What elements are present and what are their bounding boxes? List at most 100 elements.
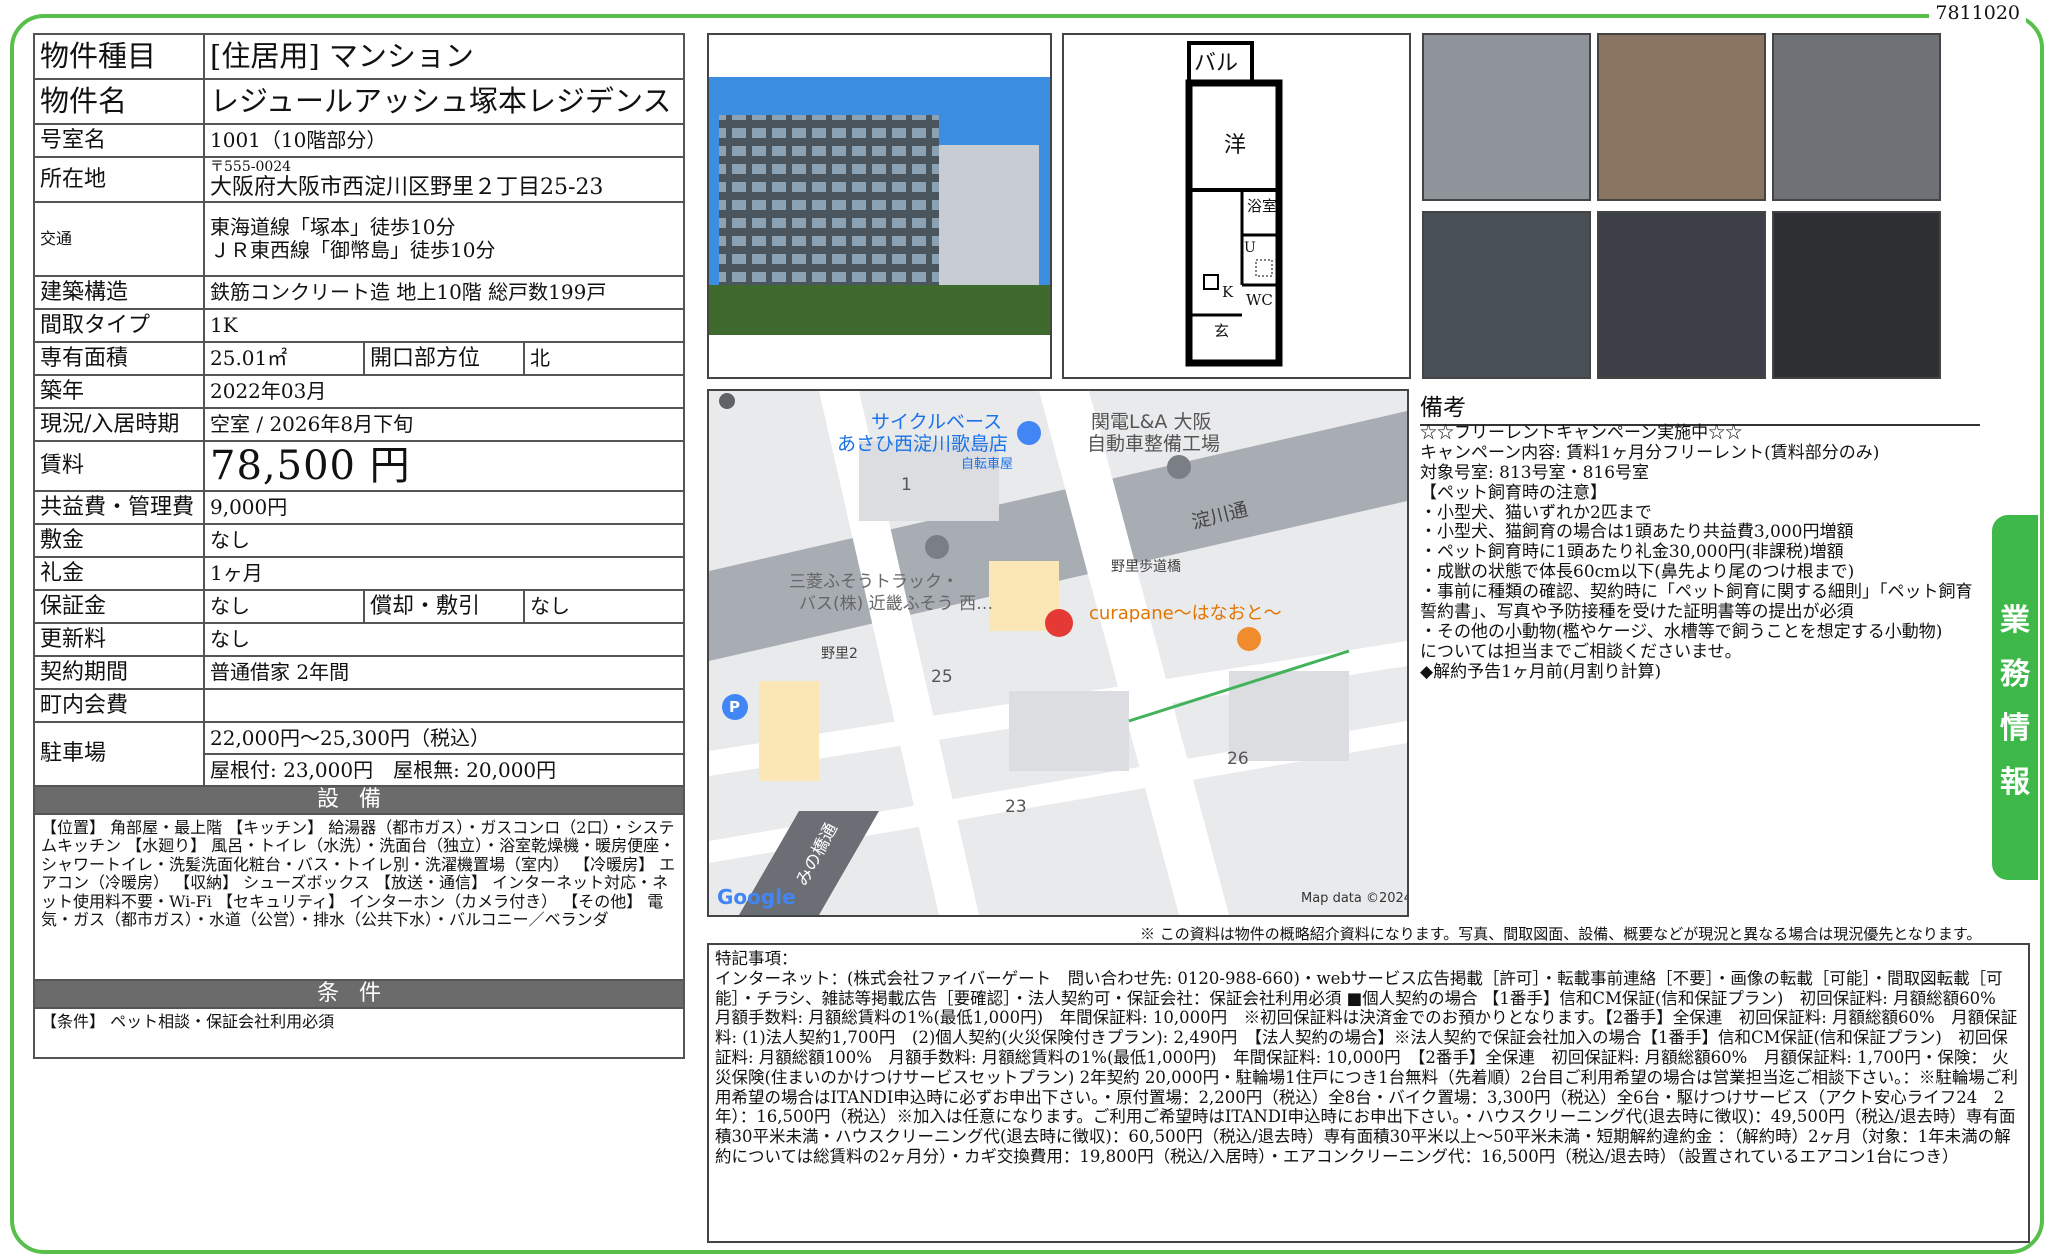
rent-label: 賃料 [33, 440, 205, 492]
wc-label: WC [1246, 291, 1273, 309]
notes-line: 【ペット飼育時の注意】 [1420, 482, 1607, 503]
parking-value-1: 22,000円～25,300円（税込） [203, 721, 685, 755]
fee-value: 9,000円 [203, 490, 685, 525]
renewal-value: なし [203, 622, 685, 657]
bath-label: 浴室 [1247, 197, 1278, 215]
name-value: レジュールアッシュ塚本レジデンス [203, 78, 685, 125]
direction-label: 開口部方位 [363, 341, 525, 376]
thumb-lobby [1597, 33, 1766, 201]
building-photo-image [709, 35, 1050, 377]
kitchen-label: K [1222, 283, 1234, 301]
map-label-nozato2: 野里2 [821, 646, 858, 662]
transport-cell: 東海道線「塚本」徒歩10分 ＪＲ東西線「御幣島」徒歩10分 [203, 201, 685, 277]
guarantee-label: 保証金 [33, 589, 205, 624]
map-label-store: あさひ西淀川歌島店 [837, 433, 1009, 455]
guarantee-value: なし [203, 589, 365, 624]
google-logo: Google [717, 885, 796, 909]
notes-list: ☆☆フリーレントキャンペーン実施中☆☆ キャンペーン内容: 賃料1ヶ月分フリーレ… [1420, 423, 2040, 682]
balcony-label: バル [1194, 51, 1239, 76]
rent-value: 78,500 円 [203, 440, 685, 492]
notes-line: ・小型犬、猫飼育の場合は1頭あたり共益費3,000円増額 [1420, 522, 1854, 543]
notes-line: ・事前に種類の確認、契約時に「ペット飼育に関する細則」「ペット飼育 [1420, 582, 1973, 602]
notes-line: ☆☆フリーレントキャンペーン実施中☆☆ [1420, 423, 1743, 443]
notes-title: 備考 [1420, 388, 1980, 426]
map-label-pedestrian-bridge: 野里歩道橋 [1111, 559, 1181, 575]
notes-line: ・小型犬、猫いずれか2匹まで [1420, 502, 1652, 523]
notes-line: 対象号室: 813号室・816号室 [1420, 462, 1650, 483]
status-label: 現況/入居時期 [33, 407, 205, 442]
map-label-cafe: curapane～はなおと～ [1089, 603, 1282, 624]
area-value: 25.01㎡ [203, 341, 365, 376]
thumb-elevator [1422, 211, 1591, 379]
built-label: 築年 [33, 374, 205, 409]
room-value: 1001（10階部分） [203, 123, 685, 158]
type-label: 物件種目 [33, 33, 205, 80]
fee-label: 共益費・管理費 [33, 490, 205, 525]
amortization-value: なし [523, 589, 685, 624]
parking-label: 駐車場 [33, 721, 205, 787]
location-map[interactable]: サイクルベース あさひ西淀川歌島店 自転車屋 関電L&A 大阪 自動車整備工場 … [707, 389, 1409, 917]
notes-line: ・ペット飼育時に1頭あたり礼金30,000円(非課税)増額 [1420, 542, 1844, 563]
map-block-1: 1 [901, 475, 912, 495]
room-label: 号室名 [33, 123, 205, 158]
map-block-25: 25 [931, 667, 953, 687]
transport-label: 交通 [33, 201, 205, 277]
side-tab-char: 務 [2000, 656, 2030, 692]
equipment-text: 【位置】 角部屋・最上階 【キッチン】 給湯器（都市ガス）・ガスコンロ（2口）・… [33, 813, 685, 981]
notes-line: 誓約書」、写真や予防接種を受けた証明書等の提出が必須 [1420, 601, 1854, 622]
key-money-value: 1ヶ月 [203, 556, 685, 591]
address-cell: 〒555-0024 大阪府大阪市西淀川区野里２丁目25-23 [203, 156, 685, 203]
western-room-label: 洋 [1224, 133, 1247, 158]
property-spec-table: 物件種目 [住居用] マンション 物件名 レジュールアッシュ塚本レジデンス 号室… [33, 33, 685, 1059]
structure-value: 鉄筋コンクリート造 地上10階 総戸数199戸 [203, 275, 685, 310]
thumb-entrance [1422, 33, 1591, 201]
address-value: 大阪府大阪市西淀川区野里２丁目25-23 [210, 174, 604, 200]
structure-label: 建築構造 [33, 275, 205, 310]
equipment-header: 設備 [33, 785, 685, 815]
map-label-garage: 自動車整備工場 [1087, 433, 1221, 455]
transport-line-1: 東海道線「塚本」徒歩10分 [210, 215, 456, 239]
key-money-label: 礼金 [33, 556, 205, 591]
special-notes-title: 特記事項： [715, 949, 798, 968]
type-value: [住居用] マンション [203, 33, 685, 80]
document-id: 7811020 [1929, 2, 2026, 24]
special-notes-body: インターネット：(株式会社ファイバーゲート 問い合わせ先: 0120-988-6… [715, 968, 2018, 1166]
parking-icon: P [729, 698, 740, 716]
map-label-bike-shop: 自転車屋 [961, 457, 1014, 472]
special-notes: 特記事項： インターネット：(株式会社ファイバーゲート 問い合わせ先: 0120… [707, 943, 2030, 1243]
side-tab-char: 業 [2000, 602, 2030, 638]
map-block-26: 26 [1227, 749, 1249, 769]
entrance-label: 玄 [1214, 322, 1230, 340]
transport-line-2: ＪＲ東西線「御幣島」徒歩10分 [210, 238, 496, 262]
deposit-value: なし [203, 523, 685, 558]
thumb-bicycle-parking [1597, 211, 1766, 379]
community-fee-value [203, 688, 685, 723]
thumb-bicycle-area [1772, 211, 1941, 379]
postal-code: 〒555-0024 [210, 158, 292, 175]
building-photo [707, 33, 1052, 379]
built-value: 2022年03月 [203, 374, 685, 409]
notes-line: については担当までご相談くださいませ。 [1420, 641, 1742, 662]
side-tab-char: 報 [2000, 764, 2030, 800]
amortization-label: 償却・敷引 [363, 589, 525, 624]
layout-value: 1K [203, 308, 685, 343]
layout-label: 間取タイプ [33, 308, 205, 343]
notes-line: ・その他の小動物(檻やケージ、水槽等で飼うことを想定する小動物) [1420, 621, 1943, 642]
floor-plan-drawing [1185, 41, 1283, 367]
conditions-header: 条件 [33, 979, 685, 1009]
disclaimer: ※ この資料は物件の概略紹介資料になります。写真、間取図面、設備、概要などが現況… [1140, 925, 1982, 943]
direction-value: 北 [523, 341, 685, 376]
notes-line: ◆解約予告1ヶ月前(月割り計算) [1420, 661, 1662, 682]
name-label: 物件名 [33, 78, 205, 125]
business-info-tab[interactable]: 業 務 情 報 [1992, 515, 2038, 880]
thumb-mailboxes [1772, 33, 1941, 201]
conditions-text: 【条件】 ペット相談・保証会社利用必須 [33, 1007, 685, 1059]
deposit-label: 敷金 [33, 523, 205, 558]
washroom-label: U [1244, 240, 1256, 256]
renewal-label: 更新料 [33, 622, 205, 657]
map-label-mitsubishi-2: バス(株) 近畿ふそう 西… [799, 594, 994, 614]
contract-value: 普通借家 2年間 [203, 655, 685, 690]
community-fee-label: 町内会費 [33, 688, 205, 723]
notes-line: ・成獣の状態で体長60cm以下(鼻先より尾のつけ根まで) [1420, 562, 1855, 583]
map-credit: Map data ©2024 [1301, 891, 1409, 906]
